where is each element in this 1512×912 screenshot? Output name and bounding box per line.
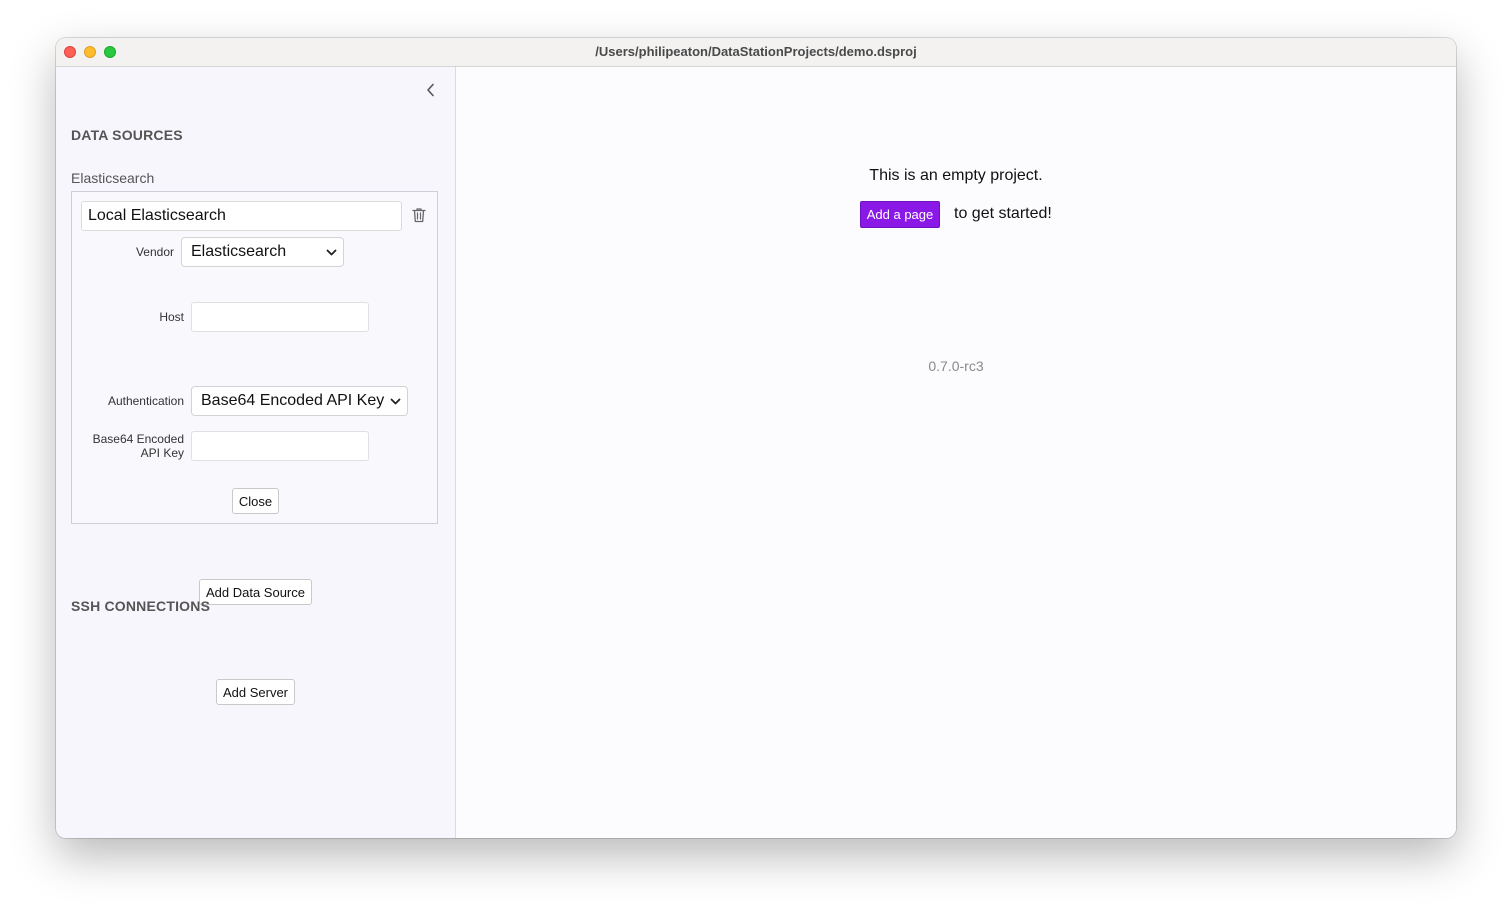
api-key-input[interactable] bbox=[191, 431, 369, 461]
data-source-panel: Vendor Elasticsearch Host Authentication… bbox=[71, 191, 438, 524]
add-page-button[interactable]: Add a page bbox=[860, 201, 940, 228]
version-label: 0.7.0-rc3 bbox=[928, 358, 984, 374]
host-label: Host bbox=[159, 310, 184, 324]
sidebar: DATA SOURCES Elasticsearch Vendor Elasti… bbox=[56, 67, 456, 838]
get-started-text: to get started! bbox=[954, 205, 1052, 222]
window-title: /Users/philipeaton/DataStationProjects/d… bbox=[595, 44, 917, 59]
vendor-select[interactable]: Elasticsearch bbox=[181, 237, 344, 267]
api-key-label-line1: Base64 Encoded bbox=[92, 432, 184, 446]
main-panel: This is an empty project. Add a page to … bbox=[456, 67, 1456, 838]
empty-project-message: This is an empty project. bbox=[869, 167, 1043, 184]
add-server-button[interactable]: Add Server bbox=[216, 679, 295, 705]
title-bar: /Users/philipeaton/DataStationProjects/d… bbox=[56, 38, 1456, 67]
data-sources-heading: DATA SOURCES bbox=[71, 127, 183, 143]
vendor-label: Vendor bbox=[135, 245, 174, 259]
ssh-connections-heading: SSH CONNECTIONS bbox=[71, 598, 211, 614]
chevron-left-icon bbox=[426, 83, 434, 97]
trash-icon bbox=[412, 208, 426, 223]
vendor-select-value: Elasticsearch bbox=[191, 243, 287, 260]
collapse-sidebar-button[interactable] bbox=[422, 81, 438, 99]
api-key-label: Base64 Encoded API Key bbox=[82, 432, 184, 460]
close-data-source-button[interactable]: Close bbox=[232, 488, 279, 514]
authentication-select[interactable]: Base64 Encoded API Key bbox=[191, 386, 408, 416]
delete-data-source-button[interactable] bbox=[412, 207, 428, 225]
chevron-down-icon bbox=[326, 249, 337, 256]
authentication-select-value: Base64 Encoded API Key bbox=[201, 392, 385, 409]
authentication-label: Authentication bbox=[107, 394, 184, 408]
api-key-label-line2: API Key bbox=[140, 446, 184, 460]
data-source-name-input[interactable] bbox=[81, 201, 402, 231]
chevron-down-icon bbox=[390, 398, 401, 405]
app-window: /Users/philipeaton/DataStationProjects/d… bbox=[56, 38, 1456, 838]
host-input[interactable] bbox=[191, 302, 369, 332]
add-data-source-button[interactable]: Add Data Source bbox=[199, 579, 312, 605]
data-source-group-label: Elasticsearch bbox=[71, 170, 155, 186]
